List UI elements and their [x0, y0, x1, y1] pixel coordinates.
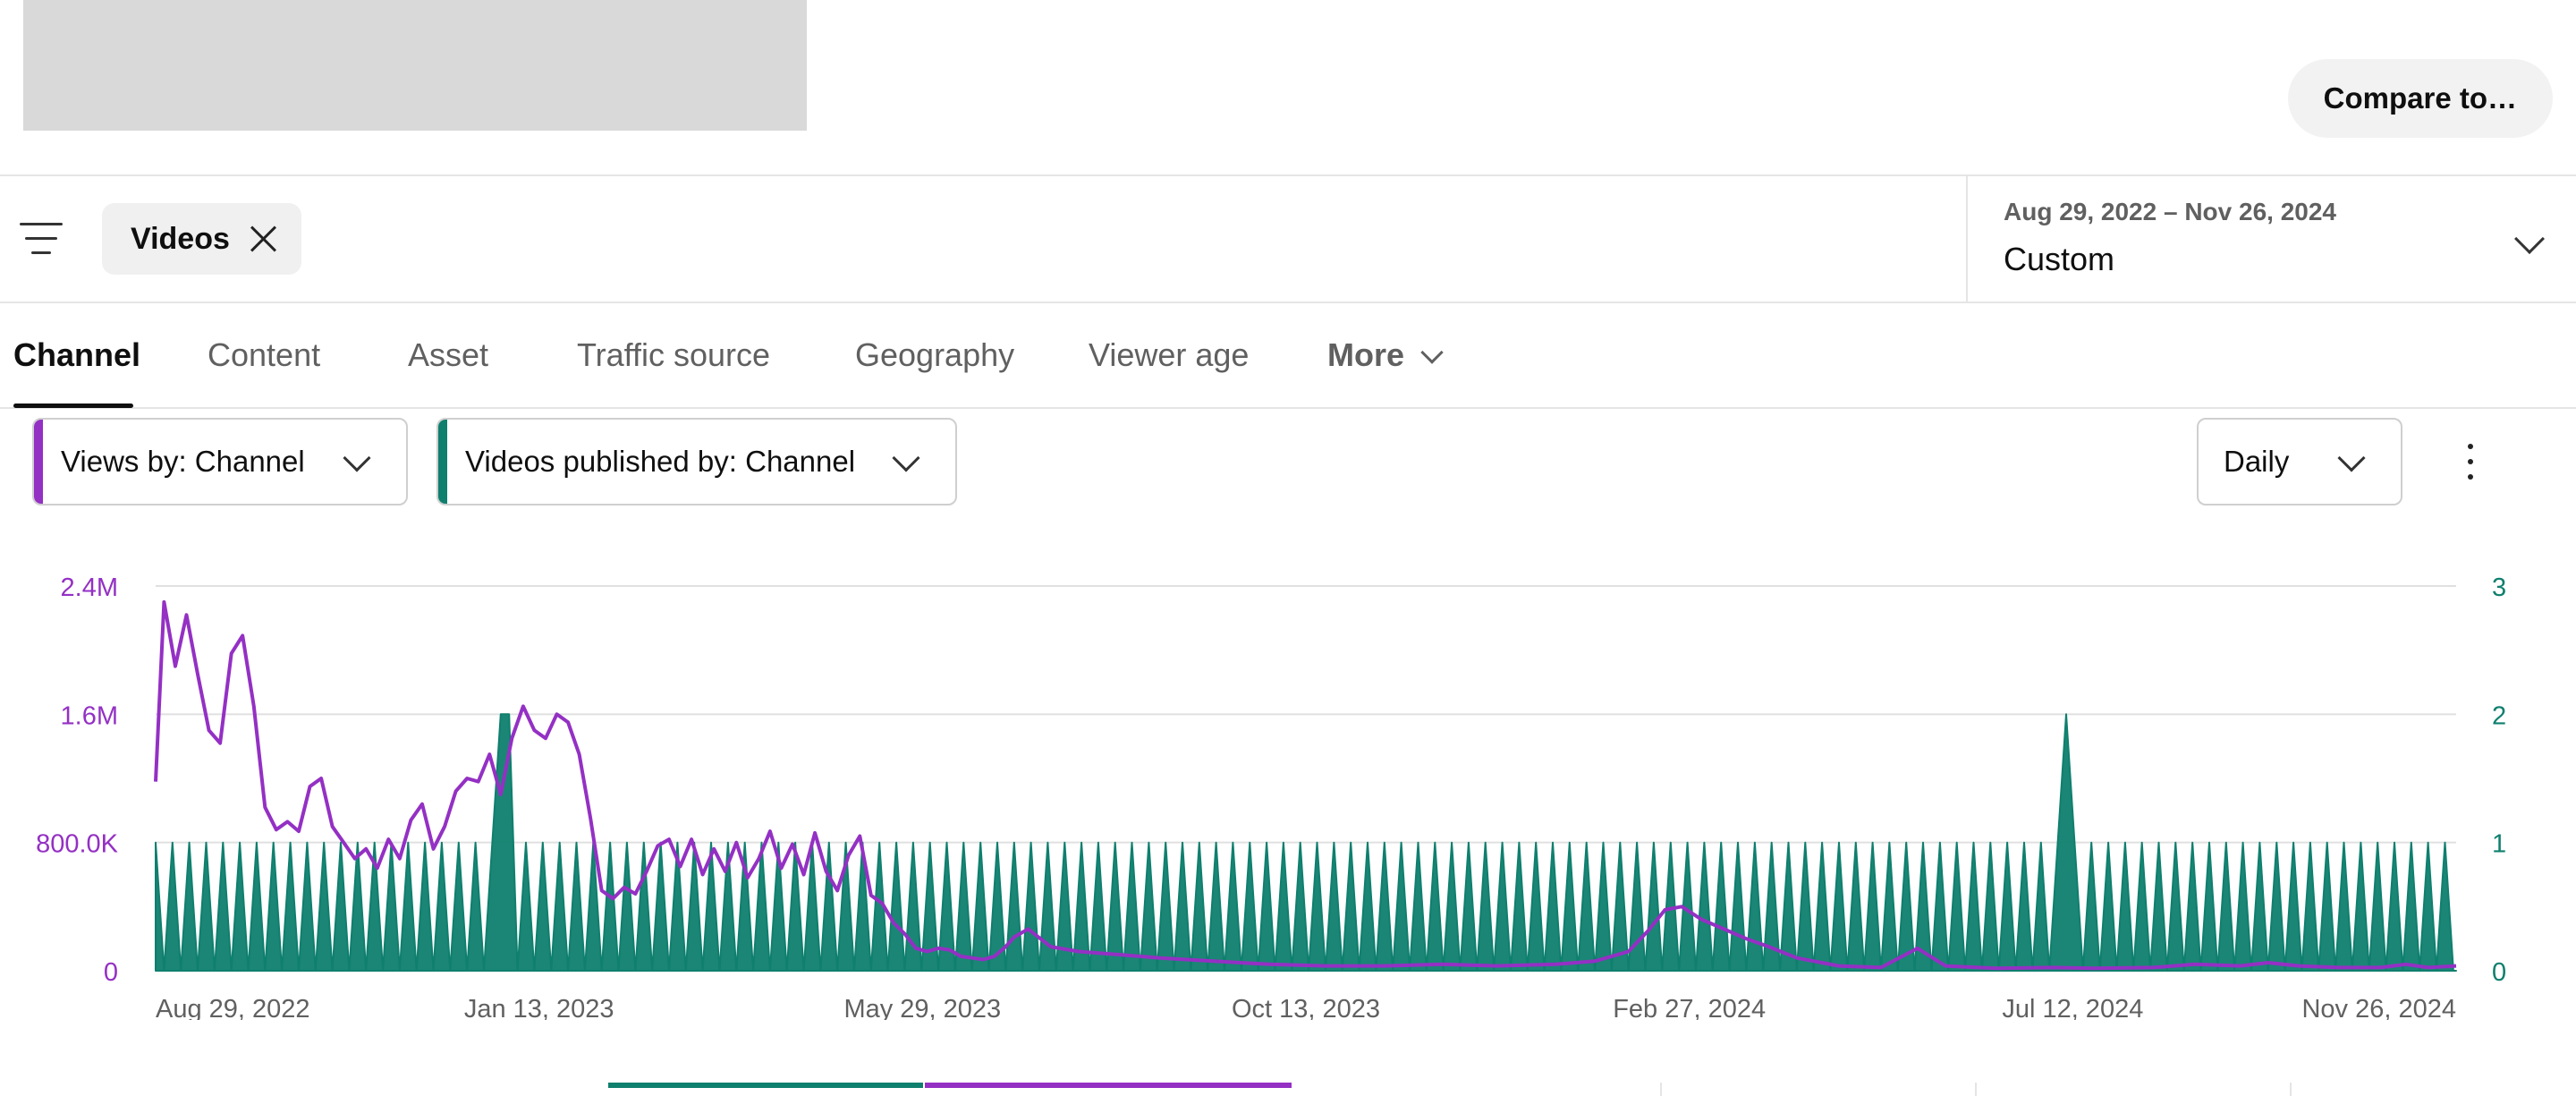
compare-button[interactable]: Compare to… [2287, 59, 2553, 138]
filter-chip-videos[interactable]: Videos [102, 203, 301, 275]
x-tick-label: May 29, 2023 [843, 995, 1001, 1020]
chevron-down-icon [343, 444, 371, 472]
tab-channel[interactable]: Channel [13, 336, 140, 374]
tab-more[interactable]: More [1327, 336, 1444, 374]
x-tick-label: Jan 13, 2023 [464, 995, 614, 1020]
bottom-tab-indicator-views [925, 1083, 1292, 1088]
tab-more-label: More [1327, 336, 1405, 373]
granularity-select[interactable]: Daily [2197, 418, 2402, 506]
analytics-page: Compare to… Videos Aug 29, 2022 – Nov 26… [0, 0, 2576, 1096]
date-divider [1966, 176, 1968, 302]
chevron-down-icon [2337, 444, 2366, 472]
tab-asset[interactable]: Asset [408, 336, 488, 374]
close-icon[interactable] [250, 225, 276, 252]
primary-metric-label: Views by: Channel [61, 445, 305, 478]
more-options-icon[interactable] [2465, 444, 2476, 480]
y-left-tick-label: 0 [104, 958, 118, 987]
chevron-down-icon [892, 444, 920, 472]
y-right-tick-label: 0 [2492, 958, 2506, 987]
y-left-tick-label: 800.0K [36, 830, 119, 859]
dimension-tabs: Channel Content Asset Traffic source Geo… [0, 305, 2576, 409]
views-chart: 0 800.0K 1.6M 2.4M 0 1 2 3 Aug 29, 2022 Jan 13, 2… [36, 573, 2506, 1020]
secondary-metric-select[interactable]: Videos published by: Channel [436, 418, 957, 506]
y-right-tick-label: 2 [2492, 701, 2506, 730]
tab-traffic-source[interactable]: Traffic source [577, 336, 770, 374]
y-right-tick-label: 3 [2492, 573, 2506, 602]
date-range-text: Aug 29, 2022 – Nov 26, 2024 [2004, 198, 2336, 225]
x-tick-label: Oct 13, 2023 [1232, 995, 1380, 1020]
tab-content[interactable]: Content [208, 336, 320, 374]
bottom-divider [1975, 1083, 1977, 1096]
views-color-swatch [34, 420, 43, 504]
date-period-label: Custom [2004, 241, 2115, 277]
chevron-down-icon [2514, 224, 2545, 254]
published-color-swatch [438, 420, 447, 504]
x-tick-label: Feb 27, 2024 [1613, 995, 1766, 1020]
filter-icon[interactable] [20, 223, 63, 257]
y-left-tick-label: 2.4M [61, 573, 118, 602]
bottom-tab-indicator-published [608, 1083, 923, 1088]
y-left-tick-label: 1.6M [61, 701, 118, 730]
chevron-down-icon [1420, 341, 1444, 364]
tab-geography[interactable]: Geography [855, 336, 1014, 374]
x-tick-label: Jul 12, 2024 [2002, 995, 2143, 1020]
bottom-divider [1660, 1083, 1662, 1096]
filter-bar: Videos Aug 29, 2022 – Nov 26, 2024 Custo… [0, 176, 2576, 303]
filter-chip-label: Videos [131, 221, 230, 256]
x-tick-label: Nov 26, 2024 [2301, 995, 2456, 1020]
channel-banner-placeholder [23, 0, 807, 131]
x-tick-label: Aug 29, 2022 [156, 995, 310, 1020]
secondary-metric-label: Videos published by: Channel [465, 445, 856, 478]
granularity-label: Daily [2224, 445, 2290, 478]
primary-metric-select[interactable]: Views by: Channel [32, 418, 408, 506]
bottom-divider [2290, 1083, 2292, 1096]
active-tab-indicator [13, 404, 133, 408]
y-right-tick-label: 1 [2492, 830, 2506, 859]
tab-viewer-age[interactable]: Viewer age [1089, 336, 1249, 374]
